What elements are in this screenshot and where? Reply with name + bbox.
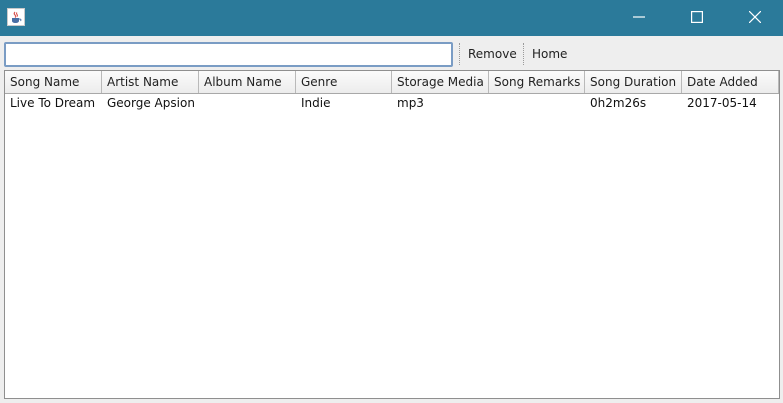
column-header-date-added[interactable]: Date Added: [682, 71, 779, 93]
column-header-song-remarks[interactable]: Song Remarks: [489, 71, 585, 93]
toolbar: Remove Home: [0, 36, 783, 70]
column-header-genre[interactable]: Genre: [296, 71, 392, 93]
java-cup-icon[interactable]: [7, 8, 25, 26]
home-button[interactable]: Home: [532, 44, 567, 64]
songs-table[interactable]: Song Name Artist Name Album Name Genre S…: [4, 70, 780, 399]
column-header-song-name[interactable]: Song Name: [5, 71, 102, 93]
content-pane: Remove Home Song Name Artist Name Album …: [0, 36, 783, 403]
table-cell-storage-media[interactable]: mp3: [392, 94, 489, 112]
app-window: Remove Home Song Name Artist Name Album …: [0, 0, 783, 403]
table-cell-artist-name[interactable]: George Apsion: [102, 94, 199, 112]
search-input[interactable]: [4, 42, 453, 67]
table-cell-song-name[interactable]: Live To Dream: [5, 94, 102, 112]
table-cell-song-remarks[interactable]: [489, 94, 585, 112]
column-header-storage-media[interactable]: Storage Media: [392, 71, 489, 93]
title-bar[interactable]: [0, 0, 783, 36]
table-cell-date-added[interactable]: 2017-05-14: [682, 94, 779, 112]
table-cell-genre[interactable]: Indie: [296, 94, 392, 112]
maximize-button[interactable]: [672, 0, 722, 34]
toolbar-separator: [523, 43, 524, 65]
minimize-icon: [633, 16, 645, 18]
maximize-icon: [691, 11, 703, 23]
column-header-artist-name[interactable]: Artist Name: [102, 71, 199, 93]
close-icon: [749, 11, 761, 23]
remove-button[interactable]: Remove: [468, 44, 517, 64]
table-cell-song-duration[interactable]: 0h2m26s: [585, 94, 682, 112]
table-row[interactable]: Live To Dream George Apsion Indie mp3 0h…: [5, 94, 779, 112]
table-header: Song Name Artist Name Album Name Genre S…: [5, 71, 779, 94]
toolbar-separator: [459, 43, 460, 65]
minimize-button[interactable]: [614, 0, 664, 34]
close-button[interactable]: [730, 0, 780, 34]
column-header-song-duration[interactable]: Song Duration: [585, 71, 682, 93]
column-header-album-name[interactable]: Album Name: [199, 71, 296, 93]
table-cell-album-name[interactable]: [199, 94, 296, 112]
